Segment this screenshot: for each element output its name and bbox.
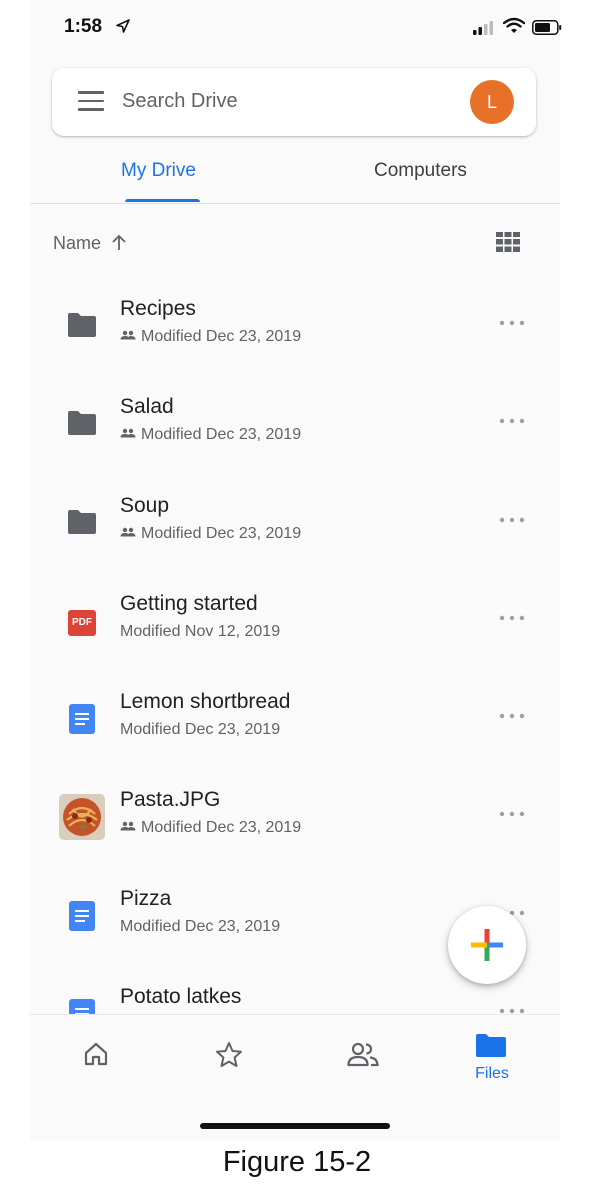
tab-my-drive[interactable]: My Drive	[121, 160, 196, 182]
file-meta-text: Modified Dec 23, 2019	[141, 819, 302, 836]
plus-icon	[471, 929, 503, 961]
shared-people-icon	[347, 1042, 379, 1067]
hamburger-menu-icon[interactable]	[78, 91, 104, 113]
folder-icon	[476, 1034, 506, 1057]
bottom-navigation: Files	[30, 1014, 560, 1140]
folder-icon	[68, 411, 96, 435]
nav-files[interactable]: Files	[426, 1015, 558, 1105]
figure-caption: Figure 15-2	[222, 1146, 372, 1178]
folder-icon	[68, 313, 96, 337]
shared-icon	[120, 330, 136, 340]
file-name: Potato latkes	[120, 985, 242, 1008]
file-name: Soup	[120, 494, 170, 517]
file-name: Pizza	[120, 887, 172, 910]
image-thumbnail	[59, 794, 105, 840]
tab-bar: My Drive Computers	[30, 148, 560, 204]
pdf-icon: PDF	[68, 610, 96, 636]
active-tab-indicator	[125, 199, 200, 202]
file-row-salad[interactable]: Salad Modified Dec 23, 2019	[30, 374, 560, 472]
file-meta-text: Modified Dec 23, 2019	[141, 525, 302, 542]
file-meta-text: Modified Dec 23, 2019	[141, 328, 302, 345]
doc-icon	[69, 901, 95, 931]
file-row-soup[interactable]: Soup Modified Dec 23, 2019	[30, 473, 560, 571]
status-time: 1:58	[64, 16, 103, 37]
more-options-icon[interactable]	[498, 317, 526, 329]
new-item-button[interactable]	[448, 906, 526, 984]
file-name: Recipes	[120, 297, 196, 320]
home-indicator[interactable]	[200, 1123, 390, 1129]
file-modified-date: Modified Dec 23, 2019	[120, 525, 301, 543]
more-options-icon[interactable]	[498, 808, 526, 820]
file-name: Salad	[120, 395, 174, 418]
sort-by-name-button[interactable]: Name	[53, 233, 101, 254]
nav-shared[interactable]	[294, 1015, 426, 1105]
shared-icon	[120, 428, 136, 438]
star-icon	[216, 1042, 242, 1067]
shared-icon	[120, 527, 136, 537]
account-avatar[interactable]: L	[470, 80, 514, 124]
nav-home[interactable]	[30, 1015, 162, 1105]
file-modified-date: Modified Nov 12, 2019	[120, 623, 281, 640]
file-row-recipes[interactable]: Recipes Modified Dec 23, 2019	[30, 276, 560, 374]
file-modified-date: Modified Dec 23, 2019	[120, 918, 281, 935]
file-modified-date: Modified Dec 23, 2019	[120, 819, 301, 837]
file-row-getting-started[interactable]: PDF Getting started Modified Nov 12, 201…	[30, 571, 560, 669]
more-options-icon[interactable]	[498, 514, 526, 526]
file-row-lemon-shortbread[interactable]: Lemon shortbread Modified Dec 23, 2019	[30, 669, 560, 767]
shared-icon	[120, 821, 136, 831]
tab-computers[interactable]: Computers	[374, 160, 467, 182]
home-icon	[84, 1042, 108, 1066]
location-arrow-icon	[116, 19, 130, 33]
more-options-icon[interactable]	[498, 1005, 526, 1014]
file-row-pasta[interactable]: Pasta.JPG Modified Dec 23, 2019	[30, 767, 560, 865]
wifi-icon	[503, 17, 525, 33]
search-input[interactable]: Search Drive	[122, 90, 238, 113]
more-options-icon[interactable]	[498, 612, 526, 624]
folder-icon	[68, 510, 96, 534]
battery-icon	[532, 20, 562, 35]
file-modified-date: Modified Dec 23, 2019	[120, 721, 281, 738]
nav-starred[interactable]	[162, 1015, 294, 1105]
cellular-signal-icon	[473, 21, 493, 35]
search-bar[interactable]: Search Drive L	[52, 68, 536, 136]
more-options-icon[interactable]	[498, 415, 526, 427]
file-modified-date: Modified Dec 23, 2019	[120, 426, 301, 444]
phone-screen: 1:58 Search Drive L My Drive Computers N…	[30, 0, 562, 1140]
doc-icon	[69, 704, 95, 734]
arrow-up-icon[interactable]	[110, 233, 128, 253]
file-name: Getting started	[120, 592, 258, 615]
more-options-icon[interactable]	[498, 710, 526, 722]
grid-view-icon[interactable]	[496, 232, 520, 252]
status-bar: 1:58	[30, 0, 562, 58]
doc-icon	[69, 999, 95, 1014]
file-modified-date: Modified Dec 23, 2019	[120, 328, 301, 346]
file-name: Pasta.JPG	[120, 788, 221, 811]
nav-files-label: Files	[475, 1065, 509, 1082]
file-name: Lemon shortbread	[120, 690, 291, 713]
file-meta-text: Modified Dec 23, 2019	[141, 426, 302, 443]
